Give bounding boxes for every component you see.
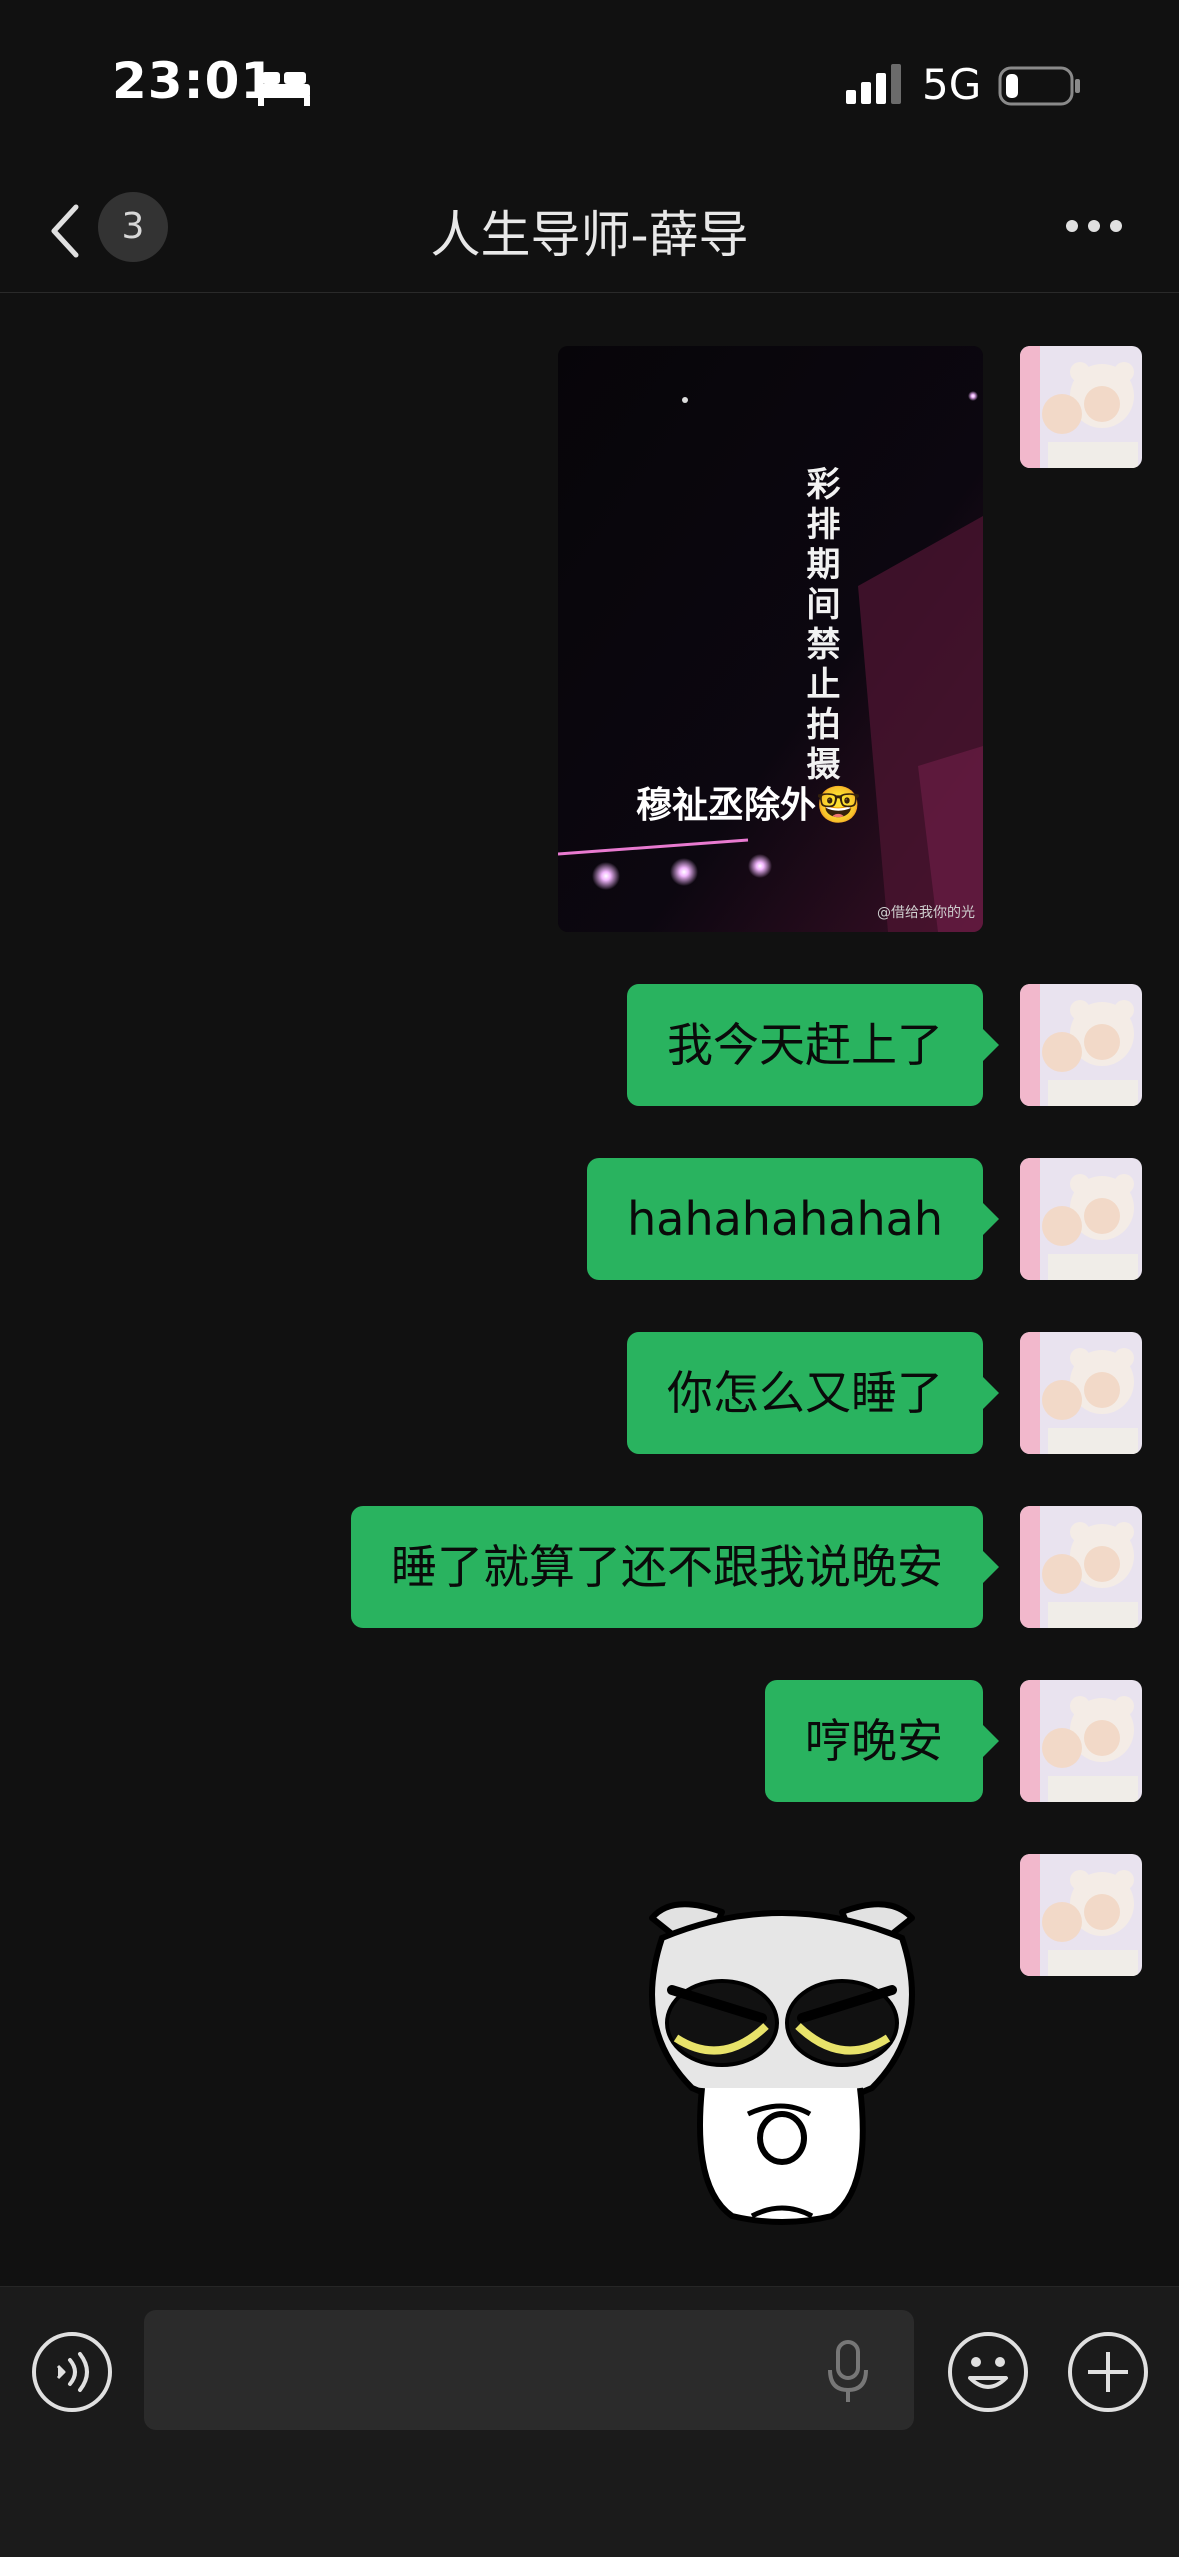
avatar-photo bbox=[1020, 1680, 1142, 1802]
message-bubble[interactable]: 我今天赶上了 bbox=[627, 984, 999, 1106]
avatar-photo bbox=[1020, 1506, 1142, 1628]
cellular-signal-icon bbox=[846, 64, 901, 104]
message-bubble[interactable]: hahahahahah bbox=[587, 1158, 999, 1280]
more-options-icon[interactable] bbox=[1064, 218, 1124, 234]
image-overlay-caption: 穆祉丞除外🤓 bbox=[636, 785, 861, 826]
microphone-icon[interactable] bbox=[826, 2340, 870, 2404]
user-avatar[interactable] bbox=[1020, 1158, 1142, 1280]
battery-icon bbox=[998, 66, 1080, 106]
chat-title: 人生导师-薛导 bbox=[430, 206, 749, 264]
photo-background bbox=[558, 346, 983, 932]
sticker-message[interactable] bbox=[632, 1898, 932, 2228]
emoji-icon[interactable] bbox=[946, 2330, 1030, 2414]
add-attachment-icon[interactable] bbox=[1066, 2330, 1150, 2414]
avatar-photo bbox=[1020, 346, 1142, 468]
user-avatar[interactable] bbox=[1020, 1506, 1142, 1628]
avatar-photo bbox=[1020, 1854, 1142, 1976]
message-bubble[interactable]: 你怎么又睡了 bbox=[627, 1332, 999, 1454]
user-avatar[interactable] bbox=[1020, 346, 1142, 468]
status-time: 23:01 bbox=[112, 52, 277, 110]
user-avatar[interactable] bbox=[1020, 1332, 1142, 1454]
avatar-photo bbox=[1020, 1332, 1142, 1454]
image-overlay-vertical-text: 彩排期间禁止拍摄 bbox=[800, 466, 840, 786]
message-bubble[interactable]: 睡了就算了还不跟我说晚安 bbox=[351, 1506, 999, 1628]
message-input[interactable] bbox=[144, 2310, 914, 2430]
sleep-focus-icon bbox=[258, 72, 310, 106]
user-avatar[interactable] bbox=[1020, 1854, 1142, 1976]
image-message[interactable]: 彩排期间禁止拍摄 穆祉丞除外🤓 @借给我你的光 bbox=[558, 346, 983, 932]
voice-mode-icon[interactable] bbox=[30, 2330, 114, 2414]
user-avatar[interactable] bbox=[1020, 1680, 1142, 1802]
status-bar: 23:01 5G bbox=[0, 0, 1179, 170]
message-bubble[interactable]: 哼晚安 bbox=[765, 1680, 999, 1802]
network-type: 5G bbox=[922, 60, 982, 109]
avatar-photo bbox=[1020, 984, 1142, 1106]
avatar-photo bbox=[1020, 1158, 1142, 1280]
image-watermark: @借给我你的光 bbox=[877, 905, 975, 921]
user-avatar[interactable] bbox=[1020, 984, 1142, 1106]
